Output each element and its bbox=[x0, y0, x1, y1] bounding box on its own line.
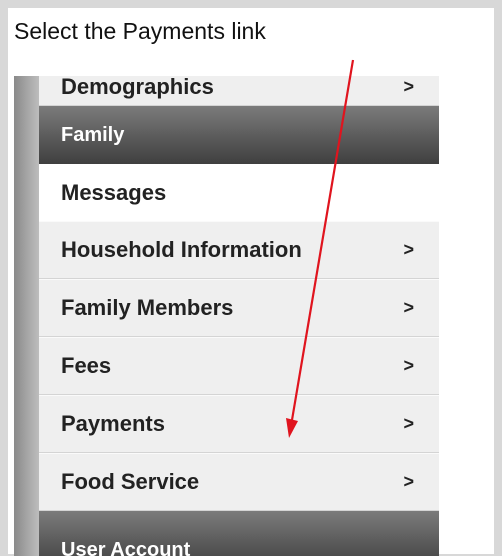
menu-section-user-account: User Account bbox=[39, 511, 439, 556]
menu-item-label: Food Service bbox=[61, 469, 200, 494]
menu-section-label: User Account bbox=[61, 539, 191, 556]
menu-item-label: Payments bbox=[61, 411, 165, 436]
menu-section-family: Family bbox=[39, 106, 439, 164]
menu-section-label: Family bbox=[61, 123, 125, 146]
chevron-right-icon: > bbox=[403, 355, 414, 376]
chevron-right-icon: > bbox=[403, 413, 414, 434]
menu-item-label: Messages bbox=[61, 179, 167, 205]
menu-item-label: Family Members bbox=[61, 295, 234, 320]
chevron-right-icon: > bbox=[403, 239, 414, 260]
menu-item-label: Demographics bbox=[61, 76, 214, 99]
instruction-text: Select the Payments link bbox=[14, 18, 266, 44]
menu-item-messages[interactable]: Messages bbox=[39, 164, 439, 221]
menu-item-label: Household Information bbox=[61, 237, 302, 262]
menu-item-family-members[interactable]: Family Members > bbox=[39, 279, 439, 337]
chevron-right-icon: > bbox=[403, 297, 414, 318]
sidebar-edge bbox=[14, 76, 39, 556]
menu-item-demographics[interactable]: Demographics > bbox=[39, 76, 439, 106]
menu-item-food-service[interactable]: Food Service > bbox=[39, 453, 439, 511]
menu-item-payments[interactable]: Payments > bbox=[39, 395, 439, 453]
menu-item-household-information[interactable]: Household Information > bbox=[39, 221, 439, 279]
side-menu: Demographics > Family Messages Household… bbox=[39, 76, 439, 556]
chevron-right-icon: > bbox=[403, 471, 414, 492]
menu-item-fees[interactable]: Fees > bbox=[39, 337, 439, 395]
menu-item-label: Fees bbox=[61, 353, 112, 378]
chevron-right-icon: > bbox=[403, 76, 414, 97]
